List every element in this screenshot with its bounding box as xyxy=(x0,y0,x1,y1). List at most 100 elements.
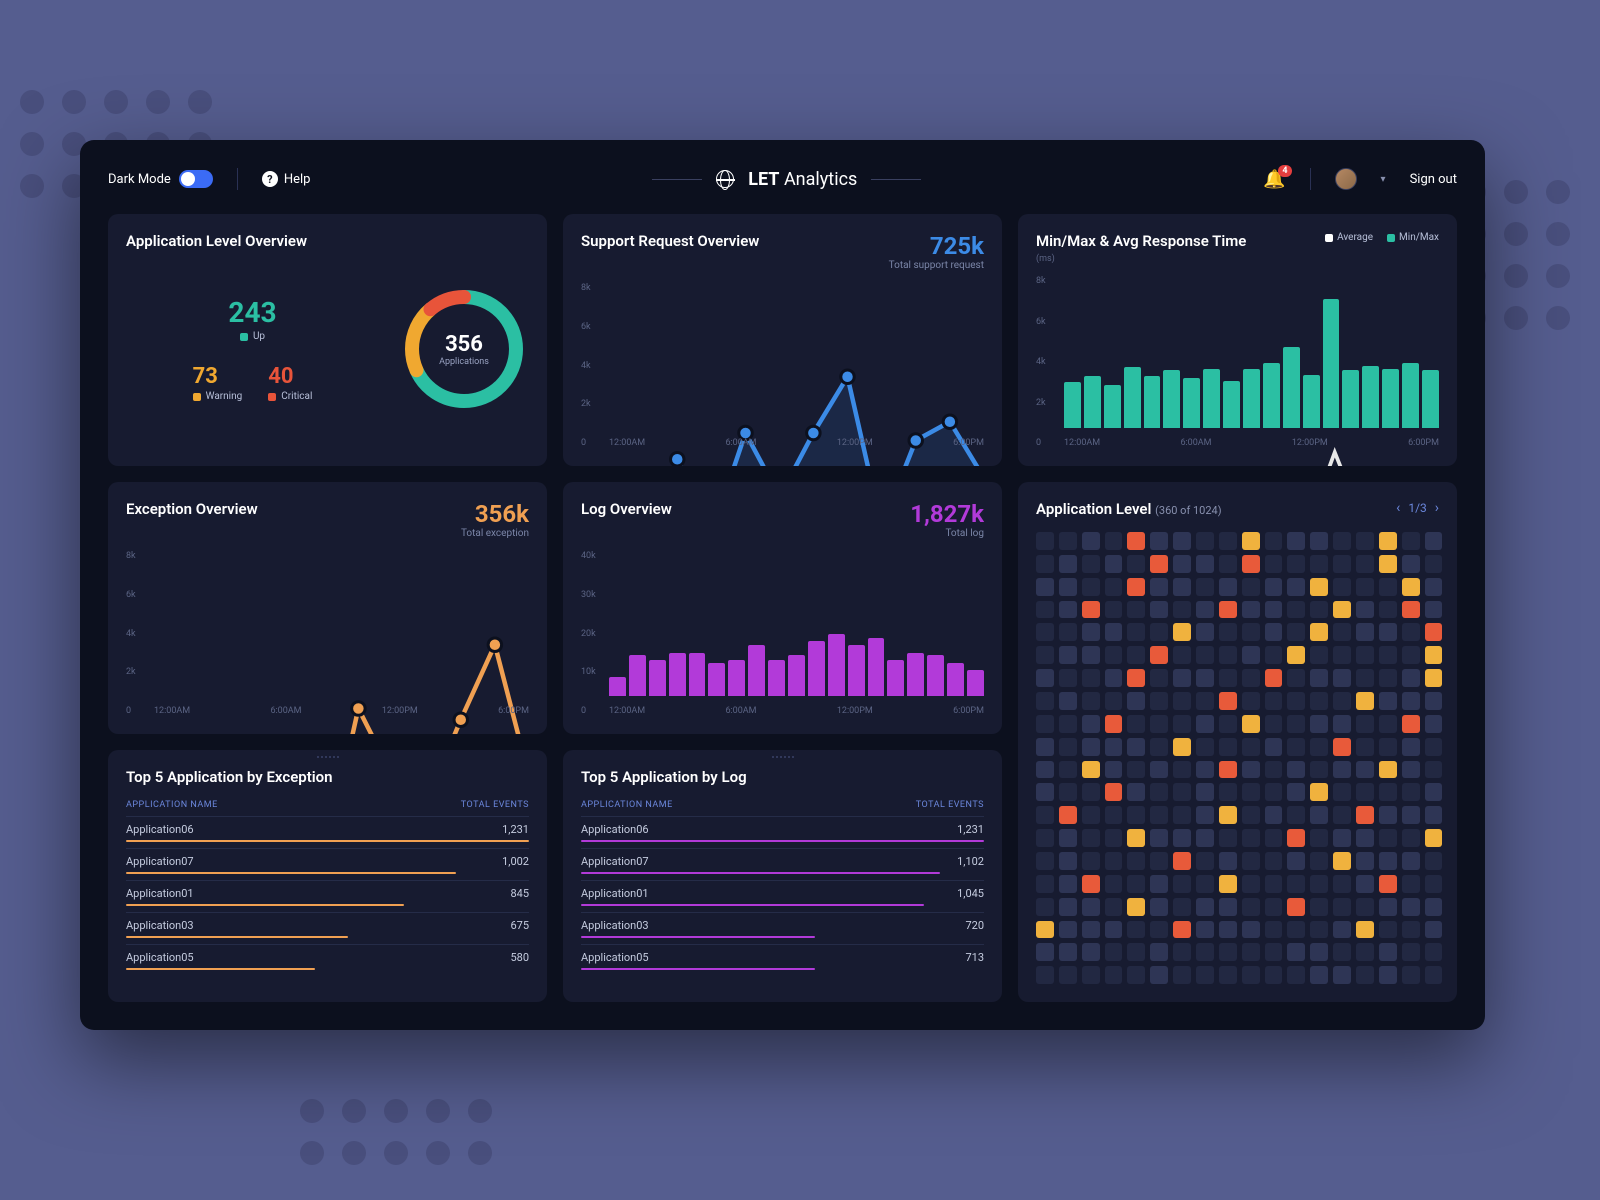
app-cell[interactable] xyxy=(1310,532,1328,550)
app-cell[interactable] xyxy=(1265,761,1283,779)
app-cell[interactable] xyxy=(1425,761,1443,779)
app-cell[interactable] xyxy=(1127,601,1145,619)
app-cell[interactable] xyxy=(1082,921,1100,939)
app-cell[interactable] xyxy=(1310,875,1328,893)
app-cell[interactable] xyxy=(1196,601,1214,619)
app-cell[interactable] xyxy=(1173,532,1191,550)
app-cell[interactable] xyxy=(1379,966,1397,984)
app-cell[interactable] xyxy=(1425,646,1443,664)
app-cell[interactable] xyxy=(1127,646,1145,664)
app-cell[interactable] xyxy=(1425,669,1443,687)
app-cell[interactable] xyxy=(1059,921,1077,939)
app-cell[interactable] xyxy=(1356,692,1374,710)
app-cell[interactable] xyxy=(1173,806,1191,824)
app-cell[interactable] xyxy=(1379,555,1397,573)
app-cell[interactable] xyxy=(1402,601,1420,619)
app-cell[interactable] xyxy=(1036,943,1054,961)
app-cell[interactable] xyxy=(1265,738,1283,756)
app-cell[interactable] xyxy=(1425,738,1443,756)
app-cell[interactable] xyxy=(1105,669,1123,687)
app-cell[interactable] xyxy=(1196,578,1214,596)
app-cell[interactable] xyxy=(1287,578,1305,596)
app-cell[interactable] xyxy=(1105,601,1123,619)
app-cell[interactable] xyxy=(1219,783,1237,801)
app-cell[interactable] xyxy=(1265,555,1283,573)
app-cell[interactable] xyxy=(1425,898,1443,916)
app-cell[interactable] xyxy=(1402,806,1420,824)
app-cell[interactable] xyxy=(1425,806,1443,824)
app-cell[interactable] xyxy=(1150,715,1168,733)
app-cell[interactable] xyxy=(1036,669,1054,687)
app-cell[interactable] xyxy=(1310,555,1328,573)
app-cell[interactable] xyxy=(1242,692,1260,710)
app-cell[interactable] xyxy=(1379,829,1397,847)
app-cell[interactable] xyxy=(1333,829,1351,847)
app-cell[interactable] xyxy=(1196,761,1214,779)
app-cell[interactable] xyxy=(1150,943,1168,961)
app-cell[interactable] xyxy=(1059,555,1077,573)
app-cell[interactable] xyxy=(1287,761,1305,779)
app-cell[interactable] xyxy=(1036,715,1054,733)
app-cell[interactable] xyxy=(1219,806,1237,824)
app-cell[interactable] xyxy=(1105,898,1123,916)
app-cell[interactable] xyxy=(1356,669,1374,687)
app-cell[interactable] xyxy=(1333,852,1351,870)
app-cell[interactable] xyxy=(1173,715,1191,733)
app-cell[interactable] xyxy=(1127,852,1145,870)
app-cell[interactable] xyxy=(1219,578,1237,596)
app-cell[interactable] xyxy=(1265,829,1283,847)
app-cell[interactable] xyxy=(1379,943,1397,961)
app-cell[interactable] xyxy=(1059,623,1077,641)
app-cell[interactable] xyxy=(1379,646,1397,664)
app-cell[interactable] xyxy=(1059,875,1077,893)
app-cell[interactable] xyxy=(1196,829,1214,847)
app-cell[interactable] xyxy=(1402,875,1420,893)
app-cell[interactable] xyxy=(1265,715,1283,733)
app-cell[interactable] xyxy=(1379,875,1397,893)
app-cell[interactable] xyxy=(1356,921,1374,939)
app-cell[interactable] xyxy=(1310,761,1328,779)
next-page-button[interactable]: › xyxy=(1435,500,1439,516)
app-cell[interactable] xyxy=(1196,555,1214,573)
app-cell[interactable] xyxy=(1059,532,1077,550)
app-cell[interactable] xyxy=(1287,943,1305,961)
app-cell[interactable] xyxy=(1333,943,1351,961)
app-cell[interactable] xyxy=(1287,966,1305,984)
app-cell[interactable] xyxy=(1196,692,1214,710)
app-cell[interactable] xyxy=(1219,601,1237,619)
app-cell[interactable] xyxy=(1082,806,1100,824)
app-cell[interactable] xyxy=(1219,532,1237,550)
app-cell[interactable] xyxy=(1196,783,1214,801)
app-cell[interactable] xyxy=(1265,966,1283,984)
app-cell[interactable] xyxy=(1173,829,1191,847)
app-cell[interactable] xyxy=(1265,852,1283,870)
app-cell[interactable] xyxy=(1287,852,1305,870)
app-cell[interactable] xyxy=(1219,875,1237,893)
app-cell[interactable] xyxy=(1333,646,1351,664)
app-cell[interactable] xyxy=(1105,875,1123,893)
app-cell[interactable] xyxy=(1196,738,1214,756)
app-cell[interactable] xyxy=(1310,692,1328,710)
app-cell[interactable] xyxy=(1242,601,1260,619)
app-cell[interactable] xyxy=(1356,943,1374,961)
app-cell[interactable] xyxy=(1173,943,1191,961)
app-cell[interactable] xyxy=(1150,738,1168,756)
app-cell[interactable] xyxy=(1356,601,1374,619)
app-cell[interactable] xyxy=(1082,578,1100,596)
app-cell[interactable] xyxy=(1310,921,1328,939)
app-cell[interactable] xyxy=(1219,646,1237,664)
app-cell[interactable] xyxy=(1379,692,1397,710)
app-cell[interactable] xyxy=(1196,646,1214,664)
app-cell[interactable] xyxy=(1242,646,1260,664)
app-cell[interactable] xyxy=(1196,623,1214,641)
app-cell[interactable] xyxy=(1265,783,1283,801)
app-cell[interactable] xyxy=(1402,555,1420,573)
app-cell[interactable] xyxy=(1379,623,1397,641)
app-cell[interactable] xyxy=(1242,921,1260,939)
app-cell[interactable] xyxy=(1219,715,1237,733)
app-cell[interactable] xyxy=(1333,669,1351,687)
app-cell[interactable] xyxy=(1127,692,1145,710)
app-cell[interactable] xyxy=(1287,669,1305,687)
app-cell[interactable] xyxy=(1036,646,1054,664)
app-cell[interactable] xyxy=(1059,761,1077,779)
